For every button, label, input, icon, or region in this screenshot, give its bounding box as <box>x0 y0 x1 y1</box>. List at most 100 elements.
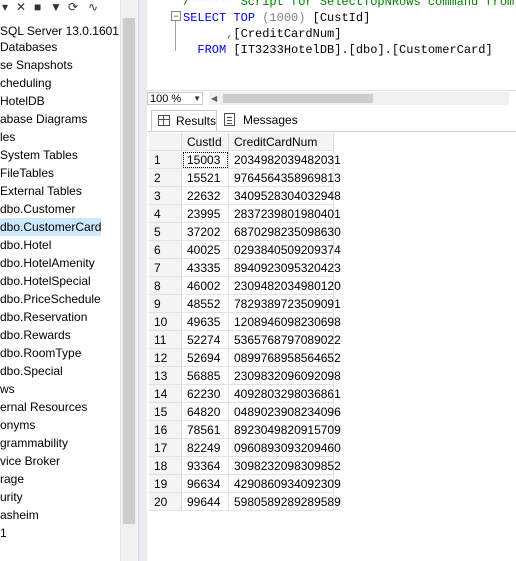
tree-node[interactable]: dbo.HotelAmenity <box>0 254 95 272</box>
disconnect-icon[interactable]: ✕ <box>16 0 26 14</box>
cell-custid[interactable]: 52694 <box>182 349 229 367</box>
row-number[interactable]: 14 <box>149 385 182 403</box>
row-number[interactable]: 20 <box>149 493 182 511</box>
cell-creditcardnum[interactable]: 0960893093209460 <box>229 439 341 457</box>
scrollbar-thumb[interactable] <box>223 94 373 103</box>
cell-creditcardnum[interactable]: 3409528304032948 <box>229 187 341 205</box>
tree-node[interactable]: dbo.CustomerCard <box>0 218 102 236</box>
row-number[interactable]: 2 <box>149 169 182 187</box>
zoom-select[interactable]: 100 % ▼ <box>147 92 203 105</box>
tree-node[interactable]: se Snapshots <box>0 56 73 74</box>
cell-creditcardnum[interactable]: 4092803298036861 <box>229 385 341 403</box>
query-editor[interactable]: − /****** Script for SelectTopNRows comm… <box>147 0 516 90</box>
cell-custid[interactable]: 56885 <box>182 367 229 385</box>
tree-node[interactable]: onyms <box>0 416 35 434</box>
cell-custid[interactable]: 52274 <box>182 331 229 349</box>
cell-creditcardnum[interactable]: 2309832096092098 <box>229 367 341 385</box>
row-number[interactable]: 3 <box>149 187 182 205</box>
cell-creditcardnum[interactable]: 9764564358969813 <box>229 169 341 187</box>
editor-horizontal-scrollbar[interactable]: ◀ <box>209 92 509 105</box>
tree-node[interactable]: grammability <box>0 434 68 452</box>
tree-node[interactable]: Databases <box>0 38 57 56</box>
cell-custid[interactable]: 37202 <box>182 223 229 241</box>
cell-custid[interactable]: 49635 <box>182 313 229 331</box>
chevron-down-icon[interactable]: ▼ <box>193 93 201 105</box>
tree-node[interactable]: vice Broker <box>0 452 60 470</box>
tab-messages[interactable]: Messages <box>219 110 299 131</box>
cell-creditcardnum[interactable]: 2034982039482031 <box>229 151 341 169</box>
row-number[interactable]: 7 <box>149 259 182 277</box>
cell-custid[interactable]: 48552 <box>182 295 229 313</box>
cell-custid[interactable]: 46002 <box>182 277 229 295</box>
activity-monitor-icon[interactable]: ∿ <box>88 0 98 14</box>
collapse-icon[interactable]: − <box>171 11 181 21</box>
cell-custid[interactable]: 99644 <box>182 493 229 511</box>
row-number[interactable]: 9 <box>149 295 182 313</box>
cell-custid[interactable]: 82249 <box>182 439 229 457</box>
cell-creditcardnum[interactable]: 8940923095320423 <box>229 259 341 277</box>
tree-node[interactable]: dbo.Customer <box>0 200 75 218</box>
tree-node[interactable]: dbo.Rewards <box>0 326 71 344</box>
stop-icon[interactable]: ■ <box>34 0 41 14</box>
cell-custid[interactable]: 62230 <box>182 385 229 403</box>
cell-custid[interactable]: 23995 <box>182 205 229 223</box>
cell-creditcardnum[interactable]: 2837239801980401 <box>229 205 341 223</box>
cell-creditcardnum[interactable]: 3098232098309852 <box>229 457 341 475</box>
row-number[interactable]: 18 <box>149 457 182 475</box>
tree-node[interactable]: dbo.Special <box>0 362 63 380</box>
row-number[interactable]: 5 <box>149 223 182 241</box>
tree-node[interactable]: 1 <box>0 524 7 542</box>
row-header-corner[interactable] <box>149 133 182 151</box>
row-number[interactable]: 8 <box>149 277 182 295</box>
tree-node[interactable]: ws <box>0 380 15 398</box>
row-number[interactable]: 1 <box>149 151 182 169</box>
row-number[interactable]: 16 <box>149 421 182 439</box>
cell-creditcardnum[interactable]: 0899768958564652 <box>229 349 341 367</box>
tree-node[interactable]: rage <box>0 470 24 488</box>
object-explorer-scrollbar[interactable] <box>120 0 137 561</box>
cell-custid[interactable]: 78561 <box>182 421 229 439</box>
tree-node[interactable]: FileTables <box>0 164 54 182</box>
cell-custid[interactable]: 96634 <box>182 475 229 493</box>
scrollbar-thumb[interactable] <box>123 18 135 524</box>
cell-creditcardnum[interactable]: 0489023908234096 <box>229 403 341 421</box>
cell-custid[interactable]: 22632 <box>182 187 229 205</box>
cell-custid[interactable]: 40025 <box>182 241 229 259</box>
cell-creditcardnum[interactable]: 2309482034980120 <box>229 277 341 295</box>
tree-node[interactable]: abase Diagrams <box>0 110 87 128</box>
row-number[interactable]: 10 <box>149 313 182 331</box>
refresh-icon[interactable]: ⟳ <box>68 0 78 14</box>
tree-node[interactable]: dbo.Hotel <box>0 236 51 254</box>
cell-creditcardnum[interactable]: 0293840509209374 <box>229 241 341 259</box>
cell-creditcardnum[interactable]: 5980589289289589 <box>229 493 341 511</box>
tree-node[interactable]: ernal Resources <box>0 398 87 416</box>
tab-results[interactable]: Results <box>151 110 217 131</box>
row-number[interactable]: 15 <box>149 403 182 421</box>
cell-creditcardnum[interactable]: 5365768797089022 <box>229 331 341 349</box>
tree-node[interactable]: cheduling <box>0 74 51 92</box>
row-number[interactable]: 6 <box>149 241 182 259</box>
tree-node[interactable]: asheim <box>0 506 39 524</box>
cell-creditcardnum[interactable]: 6870298235098630 <box>229 223 341 241</box>
tree-node[interactable]: External Tables <box>0 182 82 200</box>
tree-node[interactable]: dbo.RoomType <box>0 344 81 362</box>
column-header-custid[interactable]: CustId <box>182 133 229 151</box>
tree-node[interactable]: dbo.PriceSchedule <box>0 290 101 308</box>
tree-node[interactable]: les <box>0 128 15 146</box>
row-number[interactable]: 19 <box>149 475 182 493</box>
tree-node[interactable]: System Tables <box>0 146 78 164</box>
tree-node[interactable]: dbo.Reservation <box>0 308 87 326</box>
scroll-left-icon[interactable]: ◀ <box>211 92 217 105</box>
cell-creditcardnum[interactable]: 8923049820915709 <box>229 421 341 439</box>
filter-icon[interactable]: ▼ <box>50 0 62 14</box>
cell-custid[interactable]: 43335 <box>182 259 229 277</box>
row-number[interactable]: 4 <box>149 205 182 223</box>
cell-creditcardnum[interactable]: 4290860934092309 <box>229 475 341 493</box>
cell-custid[interactable]: 15521 <box>182 169 229 187</box>
column-header-creditcardnum[interactable]: CreditCardNum <box>229 133 334 151</box>
row-number[interactable]: 17 <box>149 439 182 457</box>
tree-node[interactable]: HotelDB <box>0 92 45 110</box>
cell-custid[interactable]: 64820 <box>182 403 229 421</box>
row-number[interactable]: 12 <box>149 349 182 367</box>
row-number[interactable]: 11 <box>149 331 182 349</box>
